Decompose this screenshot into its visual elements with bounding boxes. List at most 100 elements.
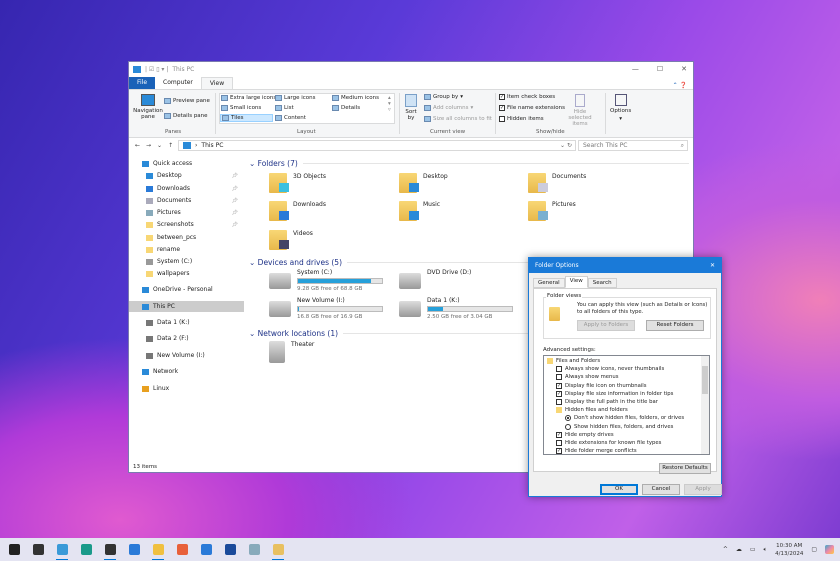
sidebar-item-rename[interactable]: rename	[129, 244, 244, 255]
layout-list[interactable]: List	[275, 105, 294, 111]
checkbox[interactable]: ✓	[556, 382, 562, 389]
ok-button[interactable]: OK	[600, 484, 638, 495]
layout-large-icons[interactable]: Large icons	[275, 95, 316, 101]
taskbar-firefox-button[interactable]	[170, 538, 194, 561]
sidebar-item-linux[interactable]: Linux	[129, 383, 244, 394]
network-location-tile[interactable]: Theater	[269, 341, 314, 363]
sidebar-item-downloads[interactable]: Downloads 📌︎	[129, 183, 244, 194]
setting-item[interactable]: Hide extensions for known file types	[556, 439, 661, 447]
setting-item[interactable]: ✓ Hide folder merge conflicts	[556, 447, 637, 454]
setting-item[interactable]: ✓ Display file size information in folder…	[556, 390, 673, 398]
quick-access-toolbar[interactable]: | ☑ ▯ ▾ |	[145, 66, 168, 73]
notifications-icon[interactable]: ▢	[811, 546, 817, 553]
layout-details[interactable]: Details	[332, 105, 360, 111]
tab-computer[interactable]: Computer	[155, 77, 201, 89]
sidebar-item-documents[interactable]: Documents 📌︎	[129, 195, 244, 206]
network-icon[interactable]: ▭	[750, 546, 756, 553]
checkbox[interactable]	[556, 399, 562, 405]
folder-tile[interactable]: Pictures	[528, 201, 576, 221]
checkbox[interactable]	[556, 366, 562, 373]
folder-tile[interactable]: Desktop	[399, 173, 448, 193]
setting-item[interactable]: Don't show hidden files, folders, or dri…	[565, 414, 684, 422]
taskbar-file-explorer-button[interactable]	[146, 538, 170, 561]
drive-tile[interactable]: Data 1 (K:) 2.50 GB free of 3.04 GB	[399, 297, 513, 320]
checkbox[interactable]: ✓	[556, 431, 562, 438]
taskbar-terminal-button[interactable]	[98, 538, 122, 561]
radio-button[interactable]	[565, 423, 571, 430]
checkbox[interactable]: ✓	[556, 390, 562, 397]
restore-defaults-button[interactable]: Restore Defaults	[659, 463, 711, 474]
setting-item[interactable]: Always show menus	[556, 373, 619, 381]
sidebar-item-pictures[interactable]: Pictures 📌︎	[129, 207, 244, 218]
setting-item[interactable]: Display the full path in the title bar	[556, 398, 658, 406]
copilot-icon[interactable]	[825, 545, 834, 554]
folder-tile[interactable]: Videos	[269, 230, 313, 250]
pin-icon[interactable]: 📌︎	[232, 198, 238, 204]
tab-search[interactable]: Search	[587, 278, 617, 288]
sort-by-button[interactable]: Sort by	[403, 94, 419, 121]
pin-icon[interactable]: 📌︎	[232, 222, 238, 228]
reset-folders-button[interactable]: Reset Folders	[646, 320, 704, 331]
item-check-boxes-toggle[interactable]: ✓ Item check boxes	[499, 94, 555, 100]
taskbar-photos-button[interactable]	[194, 538, 218, 561]
options-button[interactable]: Options ▾	[610, 94, 631, 122]
setting-item[interactable]: ✓ Hide empty drives	[556, 431, 614, 439]
close-button[interactable]: ✕	[681, 65, 687, 73]
setting-item[interactable]: Show hidden files, folders, and drives	[565, 423, 673, 431]
drive-tile[interactable]: System (C:) 9.28 GB free of 68.8 GB	[269, 269, 383, 292]
sidebar-item-quick-access[interactable]: Quick access	[129, 158, 244, 169]
maximize-button[interactable]: ☐	[657, 65, 663, 73]
layout-small-icons[interactable]: Small icons	[221, 105, 261, 111]
taskbar-vscode-button[interactable]	[122, 538, 146, 561]
layout-extra-large-icons[interactable]: Extra large icons	[221, 95, 276, 101]
sidebar-item-screenshots[interactable]: Screenshots 📌︎	[129, 219, 244, 230]
navigation-arrows[interactable]: ←→⌄↑	[135, 142, 179, 149]
taskbar-notepad-button[interactable]	[242, 538, 266, 561]
tab-view[interactable]: View	[564, 276, 588, 288]
tab-file[interactable]: File	[129, 77, 156, 89]
radio-button[interactable]	[565, 415, 571, 422]
layout-scroll[interactable]: ▴ ▾ ▿	[388, 95, 391, 113]
setting-item[interactable]: ✓ Display file icon on thumbnails	[556, 382, 647, 390]
pin-icon[interactable]: 📌︎	[232, 173, 238, 179]
onedrive-icon[interactable]: ☁	[736, 546, 742, 553]
sidebar-item-network[interactable]: Network	[129, 366, 244, 377]
layout-tiles[interactable]: Tiles	[220, 114, 273, 122]
file-name-extensions-toggle[interactable]: ✓ File name extensions	[499, 105, 565, 111]
show-hidden-icons-icon[interactable]: ^	[723, 546, 728, 553]
checkbox[interactable]	[556, 440, 562, 446]
pin-icon[interactable]: 📌︎	[232, 186, 238, 192]
navigation-pane-button[interactable]: Navigation pane	[133, 94, 163, 120]
sidebar-item-data-1-k[interactable]: Data 1 (K:)	[129, 317, 244, 328]
preview-pane-button[interactable]: Preview pane	[164, 98, 210, 104]
advanced-settings-list[interactable]: Files and Folders Always show icons, neve…	[543, 355, 710, 455]
refresh-icon[interactable]: ⌄ ↻	[560, 142, 572, 149]
sidebar-item-data-2-f[interactable]: Data 2 (F:)	[129, 333, 244, 344]
tab-view[interactable]: View	[200, 77, 234, 89]
taskbar-store-button[interactable]	[218, 538, 242, 561]
pin-icon[interactable]: 📌︎	[232, 210, 238, 216]
list-scrollbar[interactable]	[701, 356, 709, 454]
sidebar-item-wallpapers[interactable]: wallpapers	[129, 268, 244, 279]
taskbar-start-button[interactable]	[2, 538, 26, 561]
drive-tile[interactable]: DVD Drive (D:)	[399, 269, 471, 289]
sidebar-item-between-pcs[interactable]: between_pcs	[129, 232, 244, 243]
section-header-folders[interactable]: ⌄ Folders (7)	[249, 159, 689, 168]
taskbar-settings-button[interactable]	[26, 538, 50, 561]
checkbox[interactable]: ✓	[556, 448, 562, 454]
taskbar-control-panel-button[interactable]	[50, 538, 74, 561]
scroll-thumb[interactable]	[702, 366, 708, 394]
clock[interactable]: 10:30 AM 4/13/2024	[775, 542, 803, 558]
address-bar[interactable]: › This PC ⌄ ↻	[178, 140, 576, 151]
sidebar-item-new-volume-i[interactable]: New Volume (I:)	[129, 350, 244, 361]
folder-tile[interactable]: 3D Objects	[269, 173, 326, 193]
checkbox[interactable]	[556, 374, 562, 381]
help-icon[interactable]: ⌃ ❓	[673, 82, 687, 89]
setting-item[interactable]: Files and Folders	[547, 357, 600, 365]
setting-item[interactable]: Hidden files and folders	[556, 406, 628, 414]
dialog-close-button[interactable]: ✕	[710, 258, 715, 273]
sidebar-item-system-c[interactable]: System (C:)	[129, 256, 244, 267]
folder-tile[interactable]: Music	[399, 201, 440, 221]
volume-icon[interactable]: 🔈︎	[764, 546, 768, 554]
sidebar-item-desktop[interactable]: Desktop 📌︎	[129, 170, 244, 181]
